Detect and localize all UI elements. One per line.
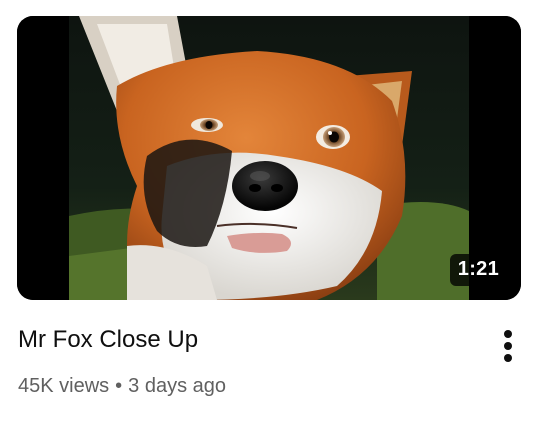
meta-separator: • xyxy=(115,375,123,397)
fox-thumbnail-image xyxy=(17,16,521,300)
more-options-button[interactable] xyxy=(494,328,522,364)
video-duration-badge: 1:21 xyxy=(449,254,507,286)
video-title[interactable]: Mr Fox Close Up xyxy=(18,326,198,354)
upload-age: 3 days ago xyxy=(128,375,227,397)
video-thumbnail[interactable]: 1:21 xyxy=(17,16,521,300)
more-vert-icon-dot xyxy=(504,342,512,350)
more-vert-icon xyxy=(504,330,512,338)
video-metadata: 45K views • 3 days ago xyxy=(18,375,226,398)
video-card: 1:21 Mr Fox Close Up 45K views • 3 days ag… xyxy=(0,0,534,433)
view-count: 45K views xyxy=(18,375,110,397)
more-vert-icon-dot xyxy=(504,354,512,362)
